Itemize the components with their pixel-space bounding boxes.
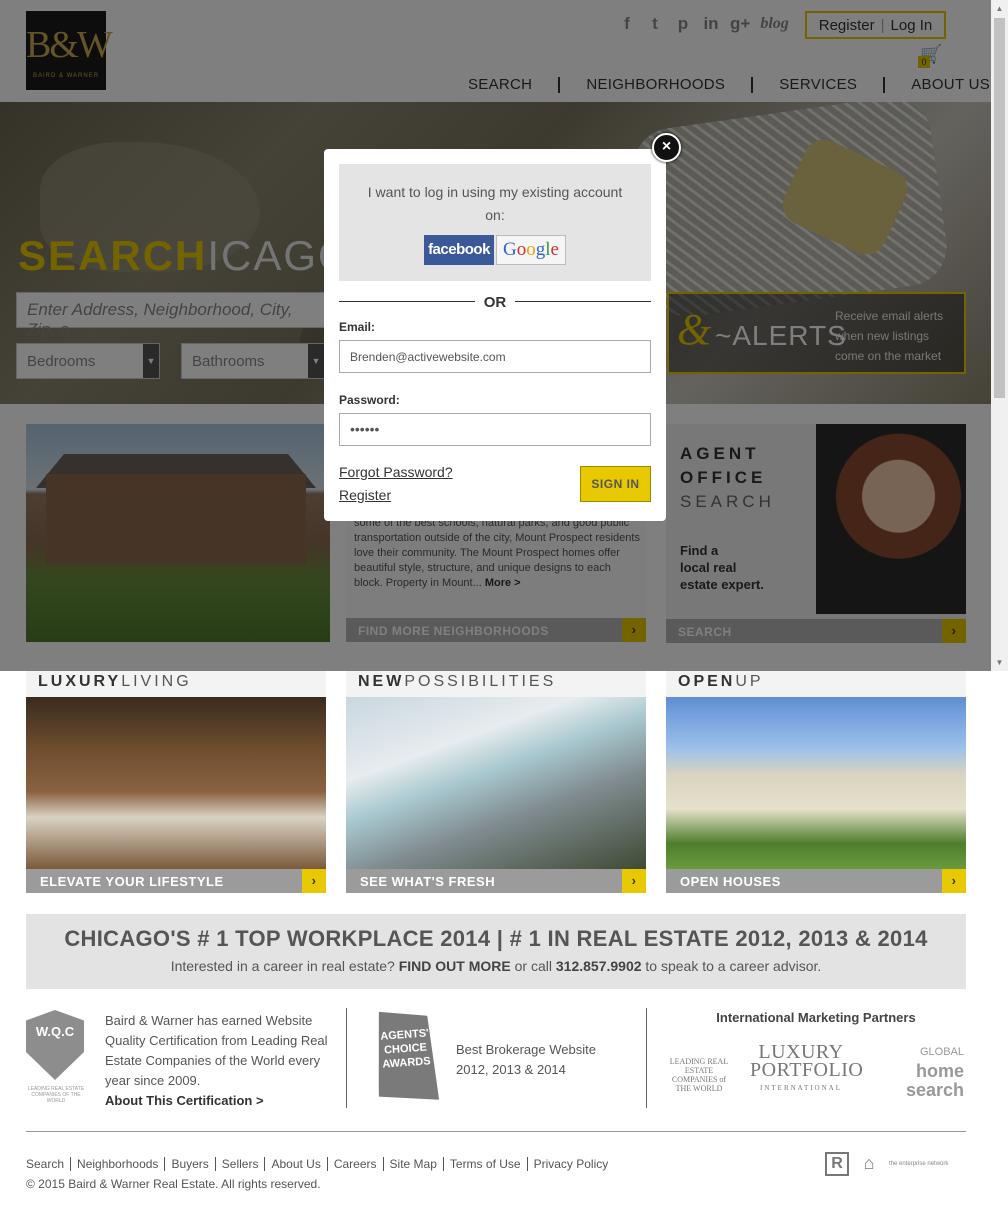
google-login-button[interactable]: Google [496, 235, 566, 265]
agents-choice-badge: AGENTS' CHOICE AWARDS [373, 1008, 439, 1104]
global-home-search-logo[interactable]: GLOBAL home search [872, 1043, 964, 1100]
chevron-right-icon: › [302, 869, 326, 893]
footer-divider [26, 1131, 966, 1132]
career-text-post: to speak to a career advisor. [645, 958, 822, 974]
best-brokerage-title: Best Brokerage Website [456, 1042, 596, 1057]
best-brokerage-text: Best Brokerage Website 2012, 2013 & 2014 [456, 1040, 596, 1080]
promo-luxury[interactable]: LUXURYLIVING ELEVATE YOUR LIFESTYLE › [26, 671, 326, 894]
promo-open[interactable]: OPENUP OPEN HOUSES › [666, 671, 966, 894]
footer-badges: R ⌂ the enterprise network [825, 1152, 949, 1176]
facebook-login-button[interactable]: facebook [424, 235, 494, 265]
luxury-portfolio-logo[interactable]: LUXURY PORTFOLIO INTERNATIONAL [750, 1042, 864, 1097]
career-phone[interactable]: 312.857.9902 [556, 958, 642, 974]
footer-link-terms[interactable]: Terms of Use [442, 1157, 527, 1171]
password-label: Password: [339, 393, 400, 407]
promo-title-thin: UP [735, 673, 764, 690]
wqc-shield-icon: W.Q.C [26, 1010, 84, 1080]
promo-new[interactable]: NEWPOSSIBILITIES SEE WHAT'S FRESH › [346, 671, 646, 894]
footer-link-careers[interactable]: Careers [326, 1157, 383, 1171]
scroll-down-arrow[interactable]: ▼ [991, 654, 1008, 671]
promo-cta-label: OPEN HOUSES [680, 874, 781, 889]
global-text: GLOBAL [919, 1046, 964, 1058]
sign-in-button[interactable]: SIGN IN [580, 466, 651, 502]
find-out-more-link[interactable]: FIND OUT MORE [399, 958, 511, 974]
scroll-up-arrow[interactable]: ▲ [991, 0, 1008, 17]
certification-description: Baird & Warner has earned Website Qualit… [105, 1013, 328, 1088]
footer-link-sellers[interactable]: Sellers [214, 1157, 265, 1171]
open-houses-photo [666, 697, 966, 869]
chevron-right-icon: › [622, 869, 646, 893]
promo-cta-label: ELEVATE YOUR LIFESTYLE [40, 874, 224, 889]
email-field[interactable]: Brenden@activewebsite.com [339, 340, 651, 373]
open-houses-button[interactable]: OPEN HOUSES › [666, 869, 966, 893]
login-modal: I want to log in using my existing accou… [324, 149, 666, 521]
luxury-living-photo [26, 697, 326, 869]
promo-title-thin: POSSIBILITIES [404, 673, 557, 690]
enterprise-network-logo: the enterprise network [889, 1160, 949, 1167]
workplace-headline: CHICAGO'S # 1 TOP WORKPLACE 2014 | # 1 I… [64, 926, 928, 951]
career-text-mid: or call [514, 958, 552, 974]
about-certification-link[interactable]: About This Certification > [105, 1093, 264, 1108]
partners-heading: International Marketing Partners [716, 1010, 916, 1025]
see-whats-fresh-button[interactable]: SEE WHAT'S FRESH › [346, 869, 646, 893]
wqc-small-text: LEADING REAL ESTATE COMPANIES OF THE WOR… [27, 1086, 85, 1104]
modal-register-link[interactable]: Register [339, 487, 391, 503]
best-brokerage-years: 2012, 2013 & 2014 [456, 1062, 566, 1077]
social-login-prompt: I want to log in using my existing accou… [367, 184, 623, 223]
copyright: © 2015 Baird & Warner Real Estate. All r… [26, 1177, 321, 1191]
chevron-right-icon: › [942, 869, 966, 893]
forgot-password-link[interactable]: Forgot Password? [339, 464, 453, 480]
footer-link-search[interactable]: Search [26, 1157, 70, 1171]
search-text: search [905, 1080, 964, 1100]
equal-housing-icon: ⌂ [863, 1153, 875, 1173]
email-label: Email: [339, 320, 376, 334]
modal-scrollbar[interactable]: ▲ ▼ [991, 0, 1008, 671]
certification-text: Baird & Warner has earned Website Qualit… [105, 1011, 335, 1111]
social-login-panel: I want to log in using my existing accou… [339, 164, 651, 281]
career-text-pre: Interested in a career in real estate? [170, 958, 395, 974]
promo-title-bold: NEW [358, 673, 405, 690]
footer-link-site-map[interactable]: Site Map [382, 1157, 443, 1171]
promo-title: LUXURYLIVING [26, 671, 326, 697]
footer-link-neighborhoods[interactable]: Neighborhoods [70, 1157, 164, 1171]
or-divider: OR [339, 294, 651, 311]
new-possibilities-photo [346, 697, 646, 869]
section-divider [646, 1008, 647, 1108]
footer-nav: Search Neighborhoods Buyers Sellers Abou… [26, 1157, 614, 1171]
workplace-subline: Interested in a career in real estate? F… [26, 958, 966, 974]
footer-link-privacy[interactable]: Privacy Policy [526, 1157, 615, 1171]
or-text: OR [483, 294, 507, 311]
promo-cta-label: SEE WHAT'S FRESH [360, 874, 496, 889]
leading-re-logo[interactable]: LEADING REAL ESTATE COMPANIES of THE WOR… [668, 1043, 730, 1093]
promo-title-bold: LUXURY [38, 673, 122, 690]
promo-title-thin: LIVING [121, 673, 192, 690]
promo-title: OPENUP [666, 671, 966, 697]
wqc-badge: W.Q.C LEADING REAL ESTATE COMPANIES OF T… [26, 1010, 86, 1104]
divider-line [515, 301, 651, 302]
footer-link-about-us[interactable]: About Us [264, 1157, 326, 1171]
social-login-buttons: facebook Google [339, 235, 651, 265]
section-divider [346, 1008, 347, 1108]
promo-title: NEWPOSSIBILITIES [346, 671, 646, 697]
home-text: home [915, 1061, 964, 1081]
close-icon[interactable]: × [652, 133, 681, 162]
luxury-portfolio-line3: INTERNATIONAL [760, 1084, 842, 1092]
workplace-banner: CHICAGO'S # 1 TOP WORKPLACE 2014 | # 1 I… [26, 914, 966, 989]
scrollbar-thumb[interactable] [994, 18, 1005, 398]
password-field[interactable]: •••••• [339, 413, 651, 446]
realtor-icon: R [825, 1152, 849, 1176]
elevate-lifestyle-button[interactable]: ELEVATE YOUR LIFESTYLE › [26, 869, 326, 893]
footer-link-buyers[interactable]: Buyers [164, 1157, 214, 1171]
promo-title-bold: OPEN [678, 673, 736, 690]
luxury-portfolio-line2: PORTFOLIO [750, 1059, 864, 1081]
